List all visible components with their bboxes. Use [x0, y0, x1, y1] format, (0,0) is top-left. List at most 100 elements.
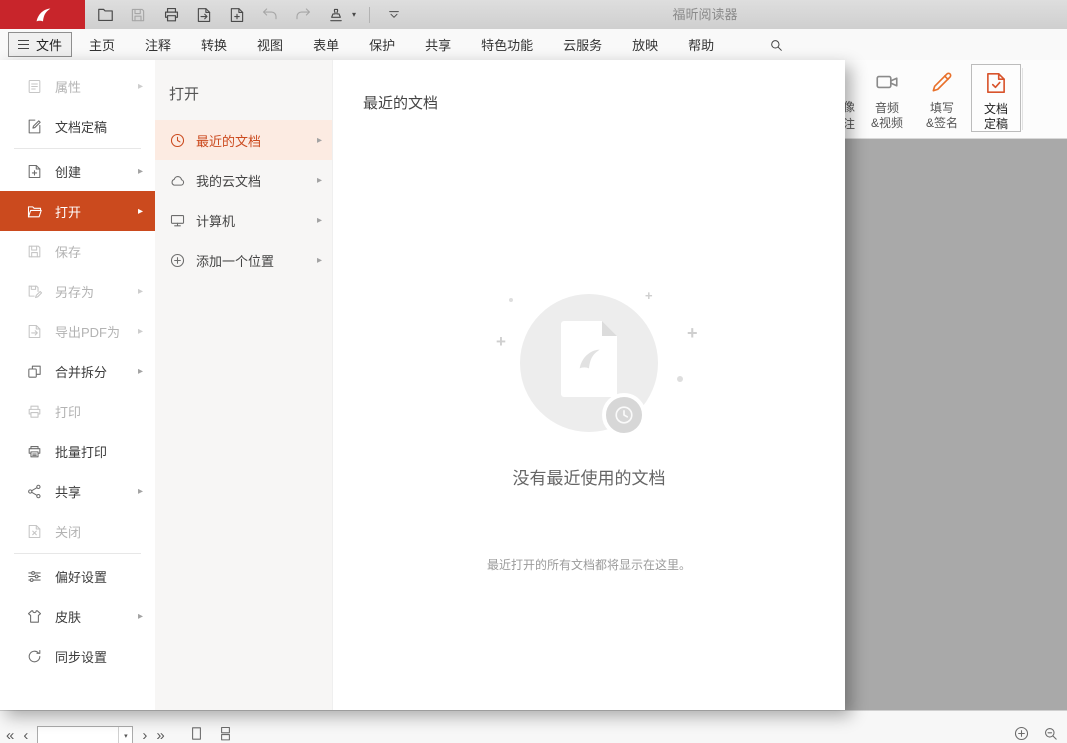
menu-item-sync-settings[interactable]: 同步设置	[0, 636, 155, 676]
file-menu-button[interactable]: 文件	[8, 32, 72, 57]
tab-form[interactable]: 表单	[313, 35, 339, 54]
foxit-logo[interactable]	[0, 0, 85, 29]
submenu-arrow-icon: ▸	[138, 611, 143, 622]
page-number-combo: ▾	[37, 726, 133, 743]
document-finalize-button[interactable]: 文档 定稿	[971, 64, 1021, 132]
fill-sign-button[interactable]: 填写 &签名	[917, 64, 967, 132]
submenu-arrow-icon: ▸	[138, 166, 143, 177]
submenu-arrow-icon: ▸	[317, 135, 322, 146]
tab-home[interactable]: 主页	[89, 35, 115, 54]
fill-sign-label: 填写	[930, 101, 954, 116]
menu-item-save[interactable]: 保存	[0, 231, 155, 271]
clock-badge-icon	[602, 393, 646, 437]
tab-share[interactable]: 共享	[425, 35, 451, 54]
menu-item-skin[interactable]: 皮肤 ▸	[0, 596, 155, 636]
single-page-view-icon[interactable]	[188, 725, 205, 743]
menu-item-save-as[interactable]: 另存为 ▸	[0, 271, 155, 311]
menu-separator	[14, 148, 141, 149]
search-icon[interactable]	[768, 37, 784, 58]
tab-convert[interactable]: 转换	[201, 35, 227, 54]
video-camera-icon	[874, 69, 900, 99]
submenu-arrow-icon: ▸	[317, 175, 322, 186]
plus-decoration-icon: +	[496, 332, 506, 352]
print-icon[interactable]	[160, 4, 182, 26]
open-item-computer[interactable]: 计算机 ▸	[155, 200, 332, 240]
last-page-button[interactable]: »	[156, 727, 164, 743]
pan-tool-icon[interactable]	[1013, 725, 1030, 743]
create-doc-icon[interactable]	[226, 4, 248, 26]
export-doc-icon[interactable]	[193, 4, 215, 26]
tab-comment[interactable]: 注释	[145, 35, 171, 54]
next-page-button[interactable]: ›	[142, 727, 147, 743]
document-finalize-label: 文档	[984, 102, 1008, 117]
open-file-icon[interactable]	[94, 4, 116, 26]
pencil-icon	[929, 69, 955, 99]
file-button-label: 文件	[36, 35, 62, 54]
hamburger-icon	[18, 40, 29, 50]
tab-cloud-service[interactable]: 云服务	[563, 35, 602, 54]
tab-protect[interactable]: 保护	[369, 35, 395, 54]
file-menu-sidebar: 属性 ▸ 文档定稿 创建 ▸ 打开 ▸ 保存	[0, 60, 155, 710]
submenu-arrow-icon: ▸	[138, 81, 143, 92]
audio-video-label: 音频	[875, 101, 899, 116]
previous-page-button[interactable]: ‹	[23, 727, 28, 743]
recent-panel-title: 最近的文档	[363, 92, 438, 113]
audio-video-button[interactable]: 音频 &视频	[862, 64, 912, 132]
quick-access-toolbar: ▾	[94, 0, 405, 29]
menu-item-merge-split[interactable]: 合并拆分 ▸	[0, 351, 155, 391]
menu-item-share[interactable]: 共享 ▸	[0, 471, 155, 511]
menu-item-preferences[interactable]: 偏好设置	[0, 556, 155, 596]
menu-separator	[14, 553, 141, 554]
document-finalize-label2: 定稿	[984, 117, 1008, 132]
menu-item-batch-print[interactable]: 批量打印	[0, 431, 155, 471]
menu-item-close[interactable]: 关闭	[0, 511, 155, 551]
app-window: ▾ 福昕阅读器 文件 主页 注释 转换 视图 表单 保护 共享 特色功能 云服务…	[0, 0, 1067, 743]
fill-sign-label2: &签名	[926, 116, 958, 131]
open-item-add-place[interactable]: 添加一个位置 ▸	[155, 240, 332, 280]
first-page-button[interactable]: «	[6, 727, 14, 743]
empty-state-title: 没有最近使用的文档	[333, 464, 845, 489]
empty-document-icon	[561, 321, 617, 397]
menu-item-print[interactable]: 打印	[0, 391, 155, 431]
plus-decoration-icon: +	[645, 288, 653, 303]
tab-help[interactable]: 帮助	[688, 35, 714, 54]
empty-state-illustration	[520, 294, 658, 432]
menu-item-create[interactable]: 创建 ▸	[0, 151, 155, 191]
submenu-arrow-icon: ▸	[138, 286, 143, 297]
open-item-cloud-docs[interactable]: 我的云文档 ▸	[155, 160, 332, 200]
window-title: 福昕阅读器	[640, 0, 770, 29]
dot-decoration	[509, 298, 513, 302]
submenu-arrow-icon: ▸	[138, 366, 143, 377]
submenu-arrow-icon: ▸	[138, 206, 143, 217]
dot-decoration	[677, 376, 683, 382]
zoom-out-icon[interactable]	[1042, 725, 1059, 743]
menu-item-finalize[interactable]: 文档定稿	[0, 106, 155, 146]
menubar: 文件 主页 注释 转换 视图 表单 保护 共享 特色功能 云服务 放映 帮助	[0, 29, 1067, 60]
tab-special-features[interactable]: 特色功能	[481, 35, 533, 54]
empty-state-subtitle: 最近打开的所有文档都将显示在这里。	[333, 556, 845, 573]
stamp-icon[interactable]	[325, 4, 347, 26]
page-dropdown-caret-icon[interactable]: ▾	[118, 727, 132, 743]
menu-item-export-pdf[interactable]: 导出PDF为 ▸	[0, 311, 155, 351]
toolbar-separator	[369, 7, 370, 23]
tab-view[interactable]: 视图	[257, 35, 283, 54]
menu-item-open[interactable]: 打开 ▸	[0, 191, 155, 231]
continuous-page-view-icon[interactable]	[217, 725, 234, 743]
open-item-recent[interactable]: 最近的文档 ▸	[155, 120, 332, 160]
tab-slideshow[interactable]: 放映	[632, 35, 658, 54]
file-menu-panel: 属性 ▸ 文档定稿 创建 ▸ 打开 ▸ 保存	[0, 60, 845, 710]
redo-icon[interactable]	[292, 4, 314, 26]
recent-documents-panel: 最近的文档 + + + 没有最近使用的文档 最近打开的所有文档都将显示在这里。	[333, 60, 845, 710]
submenu-arrow-icon: ▸	[138, 486, 143, 497]
customize-toolbar-icon[interactable]	[383, 4, 405, 26]
submenu-arrow-icon: ▸	[317, 255, 322, 266]
menu-item-properties[interactable]: 属性 ▸	[0, 66, 155, 106]
titlebar: ▾ 福昕阅读器	[0, 0, 1067, 29]
save-icon[interactable]	[127, 4, 149, 26]
undo-icon[interactable]	[259, 4, 281, 26]
stamp-dropdown-caret-icon[interactable]: ▾	[352, 10, 356, 19]
audio-video-label2: &视频	[871, 116, 903, 131]
submenu-arrow-icon: ▸	[317, 215, 322, 226]
page-number-input[interactable]	[38, 728, 118, 743]
open-panel-title: 打开	[169, 83, 332, 104]
